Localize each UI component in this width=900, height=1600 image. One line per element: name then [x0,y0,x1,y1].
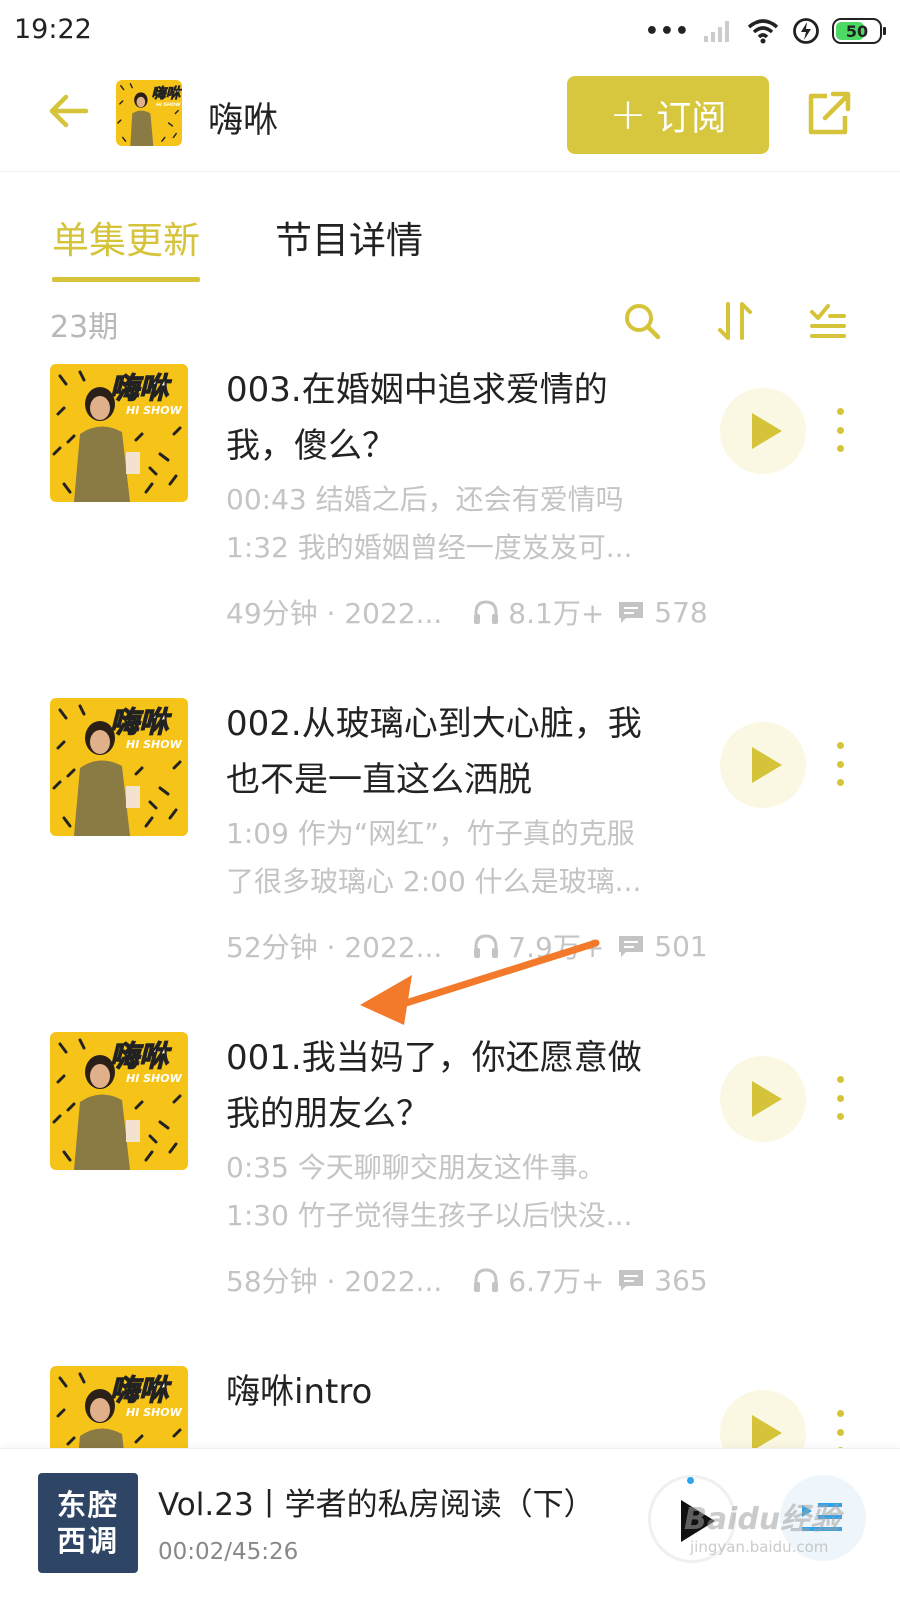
watermark: Baidu经验 [684,1502,841,1537]
more-options-icon[interactable] [834,1410,846,1448]
status-bar: 19:22 ••• 50 [0,0,900,62]
tab-episodes[interactable]: 单集更新 [52,210,200,282]
episode-duration-date: 58分钟 · 2022... [226,1265,443,1298]
more-options-icon[interactable] [834,1076,846,1120]
svg-text:嗨咻: 嗨咻 [110,371,172,405]
podcast-cover-thumb: 嗨咻 HI SHOW [116,80,182,146]
more-options-icon[interactable] [834,742,846,786]
episode-cover: 嗨咻 HI SHOW [50,364,188,502]
battery-icon: 50 [832,18,886,44]
episode-cover: 嗨咻 HI SHOW [50,1032,188,1170]
play-button[interactable] [720,1056,806,1142]
episode-cover: 嗨咻 HI SHOW [50,1366,188,1448]
episode-description: 0:35 今天聊聊交朋友这件事。 1:30 竹子觉得生孩子以后快没... [226,1151,633,1232]
play-count: 6.7万+ [508,1265,605,1298]
episode-description: 00:43 结婚之后，还会有爱情吗 1:32 我的婚姻曾经一度岌岌可... [226,483,633,564]
annotation-arrow-icon [360,939,600,1025]
headphones-icon [474,1268,499,1292]
episode-meta: 49分钟 · 2022... 8.1万+ 578 [226,592,708,632]
svg-text:HI SHOW: HI SHOW [126,404,183,417]
svg-text:嗨咻: 嗨咻 [151,85,182,102]
play-count: 8.1万+ [508,597,605,630]
episode-item[interactable]: 嗨咻 HI SHOW 嗨咻intro [0,1364,900,1448]
tab-details[interactable]: 节目详情 [275,210,423,264]
play-button[interactable] [720,388,806,474]
status-time: 19:22 [14,14,92,45]
more-options-icon[interactable] [834,408,846,452]
svg-text:HI SHOW: HI SHOW [126,1072,183,1085]
charging-icon [793,18,819,44]
progress-dot [687,1477,694,1484]
back-arrow-icon[interactable] [46,88,92,134]
player-cover: 东腔 西调 [38,1473,138,1573]
wifi-icon [747,19,779,44]
header: 嗨咻 HI SHOW 嗨咻 + 订阅 [0,62,900,172]
subscribe-button[interactable]: + 订阅 [567,76,769,154]
share-icon[interactable] [803,88,853,138]
episode-title: 001.我当妈了，你还愿意做我的朋友么？ [226,1038,642,1134]
watermark-url: jingyan.baidu.com [690,1538,829,1556]
player-title: Vol.23丨学者的私房阅读（下） [158,1487,595,1523]
episode-meta: 58分钟 · 2022... 6.7万+ 365 [226,1260,708,1300]
episode-title: 002.从玻璃心到大心脏，我也不是一直这么洒脱 [226,704,642,800]
comment-icon [619,936,644,957]
svg-text:HI SHOW: HI SHOW [126,738,183,751]
plus-icon: + [609,89,647,140]
headphones-icon [474,600,499,624]
tab-bar: 单集更新 节目详情 [0,172,900,282]
play-button[interactable] [720,722,806,808]
play-button[interactable] [720,1390,806,1448]
episode-title: 嗨咻intro [226,1372,373,1412]
comment-count: 365 [654,1263,708,1297]
episode-item[interactable]: 嗨咻 HI SHOW 001.我当妈了，你还愿意做我的朋友么？ 0:35 今天聊… [0,1030,900,1370]
episode-cover: 嗨咻 HI SHOW [50,698,188,836]
episode-item[interactable]: 嗨咻 HI SHOW 003.在婚姻中追求爱情的我，傻么？ 00:43 结婚之后… [0,362,900,702]
episode-duration-date: 49分钟 · 2022... [226,597,443,630]
comment-count: 501 [654,929,708,963]
list-toolbar: 23期 [0,292,900,354]
svg-text:嗨咻: 嗨咻 [110,1039,172,1073]
svg-text:嗨咻: 嗨咻 [110,1373,172,1407]
status-icons: ••• 50 [644,14,886,48]
signal-icon [704,21,729,42]
sort-icon[interactable] [716,300,756,342]
episode-count: 23期 [50,310,119,345]
svg-text:HI SHOW: HI SHOW [156,102,181,108]
podcast-title: 嗨咻 [208,101,279,141]
comment-icon [619,1270,644,1291]
episode-title: 003.在婚姻中追求爱情的我，傻么？ [226,370,608,466]
search-icon[interactable] [622,300,662,342]
subscribe-label: 订阅 [656,98,727,139]
more-dots-icon: ••• [644,18,690,44]
player-time: 00:02/45:26 [158,1539,299,1565]
svg-text:嗨咻: 嗨咻 [110,705,172,739]
svg-text:HI SHOW: HI SHOW [126,1406,183,1419]
batch-select-icon[interactable] [808,300,848,342]
episode-description: 1:09 作为“网红”，竹子真的克服 了很多玻璃心 2:00 什么是玻璃... [226,817,642,898]
comment-count: 578 [654,595,708,629]
comment-icon [619,602,644,623]
